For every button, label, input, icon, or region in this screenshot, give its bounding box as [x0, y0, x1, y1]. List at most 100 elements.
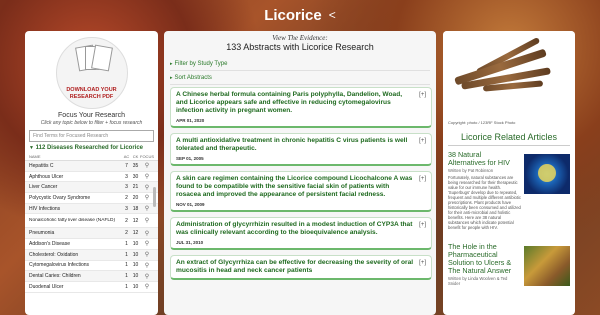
col-ac[interactable]: AC	[122, 154, 131, 159]
disease-ac: 3	[125, 205, 128, 212]
disease-row[interactable]: Pneumonia 2 12 ⚲	[25, 228, 158, 240]
disease-row[interactable]: HIV Infections 3 18 ⚲	[25, 203, 158, 215]
magnifier-icon[interactable]: ⚲	[140, 262, 154, 269]
abstract-list: [+] A Chinese herbal formula containing P…	[164, 85, 436, 281]
magnifier-icon[interactable]: ⚲	[140, 162, 154, 169]
disease-name[interactable]: Addison's Disease	[29, 241, 122, 247]
magnifier-icon[interactable]: ⚲	[140, 273, 154, 280]
abstract-title[interactable]: A multi antioxidative treatment in chron…	[176, 137, 426, 153]
magnifier-icon[interactable]: ⚲	[140, 194, 154, 201]
triangle-right-icon: ▸	[170, 60, 173, 67]
disease-name[interactable]: Cytomegalovirus Infections	[29, 262, 122, 268]
disease-ac: 1	[125, 262, 128, 269]
magnifier-icon[interactable]: ⚲	[140, 240, 154, 247]
abstract-title[interactable]: A skin care regimen containing the Licor…	[176, 175, 426, 199]
disease-row[interactable]: Cytomegalovirus Infections 1 10 ⚲	[25, 261, 158, 272]
diseases-section-toggle[interactable]: ▼ 112 Diseases Researched for Licorice	[25, 142, 158, 151]
focus-title: Focus Your Research	[58, 112, 125, 119]
disease-ac: 1	[125, 273, 128, 280]
disease-row[interactable]: Nonalcoholic fatty liver disease (NAFLD)…	[25, 214, 158, 229]
disease-name[interactable]: Dental Caries: Children	[29, 273, 122, 279]
disease-name[interactable]: Nonalcoholic fatty liver disease (NAFLD)	[29, 218, 122, 223]
focus-research-panel: DOWNLOAD YOUR RESEARCH PDF Focus Your Re…	[25, 31, 158, 315]
disease-row[interactable]: Duodenal Ulcer 1 10 ⚲	[25, 282, 158, 293]
magnifier-icon[interactable]: ⚲	[140, 230, 154, 237]
disease-name[interactable]: HIV Infections	[29, 206, 122, 212]
related-article[interactable]: 38 Natural Alternatives for HIV Written …	[443, 146, 575, 238]
licorice-root-image	[443, 31, 575, 113]
expand-button[interactable]: [+]	[419, 138, 426, 144]
magnifier-icon[interactable]: ⚲	[140, 283, 154, 290]
related-panel: Copyright: photo / 123RF Stock Photo Lic…	[443, 31, 575, 315]
disease-name[interactable]: Duodenal Ulcer	[29, 284, 122, 290]
term-search-input[interactable]: Find Terms for Focused Research	[29, 130, 154, 142]
disease-row[interactable]: Aphthous Ulcer 3 30 ⚲	[25, 172, 158, 183]
magnifier-icon[interactable]: ⚲	[140, 184, 154, 191]
magnifier-icon[interactable]: ⚲	[140, 173, 154, 180]
disease-ck: 12	[132, 217, 139, 224]
disease-name[interactable]: Cholesterol: Oxidation	[29, 252, 122, 258]
disease-ck: 10	[132, 251, 139, 258]
expand-button[interactable]: [+]	[419, 92, 426, 98]
disease-name[interactable]: Aphthous Ulcer	[29, 174, 122, 180]
disease-name[interactable]: Polycystic Ovary Syndrome	[29, 195, 122, 201]
disease-ac: 2	[125, 217, 128, 224]
expand-button[interactable]: [+]	[419, 260, 426, 266]
related-article[interactable]: The Hole in the Pharmaceutical Solution …	[443, 238, 575, 315]
article-title[interactable]: 38 Natural Alternatives for HIV	[448, 150, 518, 167]
image-copyright: Copyright: photo / 123RF Stock Photo	[448, 120, 516, 125]
abstract-card[interactable]: [+] Administration of glycyrrhizin result…	[170, 217, 432, 251]
diseases-table-header: NAME AC CK FOCUS	[25, 151, 158, 161]
disease-name[interactable]: Liver Cancer	[29, 184, 122, 190]
disease-row[interactable]: Hepatitis C 7 35 ⚲	[25, 161, 158, 172]
disease-ck: 21	[132, 184, 139, 191]
disease-ac: 2	[125, 230, 128, 237]
article-title[interactable]: The Hole in the Pharmaceutical Solution …	[448, 242, 518, 275]
disease-row[interactable]: Addison's Disease 1 10 ⚲	[25, 239, 158, 250]
share-icon[interactable]: <	[329, 8, 336, 22]
sort-abstracts-label: Sort Abstracts	[174, 74, 212, 81]
article-thumbnail[interactable]	[524, 246, 570, 286]
triangle-down-icon: ▼	[29, 145, 34, 151]
col-focus: FOCUS	[140, 154, 154, 159]
download-pdf-button[interactable]: DOWNLOAD YOUR RESEARCH PDF	[55, 37, 128, 109]
disease-ck: 35	[132, 162, 139, 169]
article-excerpt: Fortunately, natural substances are bein…	[448, 175, 522, 231]
page-title: Licorice	[264, 6, 322, 24]
abstract-title[interactable]: A Chinese herbal formula containing Pari…	[176, 91, 426, 115]
abstract-card[interactable]: [+] An extract of Glycyrrhiza can be effe…	[170, 255, 432, 281]
abstract-card[interactable]: [+] A multi antioxidative treatment in ch…	[170, 133, 432, 167]
disease-ck: 10	[132, 262, 139, 269]
disease-ac: 7	[125, 162, 128, 169]
disease-row[interactable]: Liver Cancer 3 21 ⚲	[25, 182, 158, 194]
abstracts-panel: View The Evidence: 133 Abstracts with Li…	[164, 31, 436, 315]
abstract-title[interactable]: An extract of Glycyrrhiza can be effecti…	[176, 259, 426, 275]
abstract-card[interactable]: [+] A Chinese herbal formula containing P…	[170, 87, 432, 129]
disease-ck: 10	[132, 240, 139, 247]
disease-name[interactable]: Pneumonia	[29, 230, 122, 236]
col-name[interactable]: NAME	[29, 154, 122, 159]
scrollbar[interactable]	[153, 187, 156, 207]
disease-name[interactable]: Hepatitis C	[29, 163, 122, 169]
expand-button[interactable]: [+]	[419, 222, 426, 228]
sort-abstracts[interactable]: ▸ Sort Abstracts	[170, 71, 430, 85]
disease-ac: 1	[125, 251, 128, 258]
abstract-card[interactable]: [+] A skin care regimen containing the Li…	[170, 171, 432, 213]
disease-ac: 3	[125, 173, 128, 180]
disease-row[interactable]: Polycystic Ovary Syndrome 2 20 ⚲	[25, 193, 158, 204]
abstract-date: JUL 31, 2010	[176, 240, 204, 246]
col-ck[interactable]: CK	[131, 154, 140, 159]
expand-button[interactable]: [+]	[419, 176, 426, 182]
disease-row[interactable]: Cholesterol: Oxidation 1 10 ⚲	[25, 249, 158, 261]
magnifier-icon[interactable]: ⚲	[140, 205, 154, 212]
abstract-date: SEP 01, 2005	[176, 156, 204, 162]
disease-row[interactable]: Dental Caries: Children 1 10 ⚲	[25, 271, 158, 282]
disease-ac: 3	[125, 184, 128, 191]
article-thumbnail[interactable]	[524, 154, 570, 194]
disease-ck: 20	[132, 194, 139, 201]
diseases-title: 112 Diseases Researched for Licorice	[35, 145, 144, 151]
filter-study-type[interactable]: ▸ Filter by Study Type	[170, 57, 430, 71]
magnifier-icon[interactable]: ⚲	[140, 251, 154, 258]
abstract-title[interactable]: Administration of glycyrrhizin resulted …	[176, 221, 426, 237]
magnifier-icon[interactable]: ⚲	[140, 217, 154, 224]
